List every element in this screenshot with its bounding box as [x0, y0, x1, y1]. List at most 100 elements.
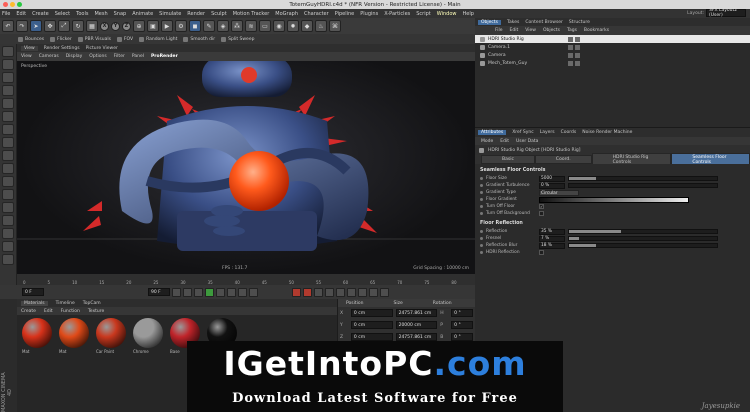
cube-icon[interactable]: ◼ — [189, 20, 201, 32]
menu-mesh[interactable]: Mesh — [94, 11, 107, 17]
attribute-menu-user-data[interactable]: User Data — [516, 139, 538, 144]
gradient-turbulence-slider[interactable] — [568, 183, 718, 188]
subtab-coord[interactable]: Coord. — [534, 155, 592, 164]
make-editable-icon[interactable] — [2, 46, 14, 57]
animation-dot-icon[interactable] — [480, 191, 483, 194]
hdri-reflection-checkbox[interactable] — [539, 250, 544, 255]
turn-off-floor-checkbox[interactable]: ✓ — [539, 204, 544, 209]
rotation-key-icon[interactable] — [347, 287, 356, 297]
material-menu-create[interactable]: Create — [21, 309, 36, 314]
y-axis-toggle[interactable]: Y — [111, 21, 120, 31]
material-menu-function[interactable]: Function — [61, 309, 80, 314]
enable-check-icon[interactable] — [575, 60, 580, 66]
size-y-field[interactable]: 20000 cm — [395, 321, 438, 329]
keyframe-selection-icon[interactable] — [314, 287, 323, 297]
rotation-p-field[interactable]: 0 ° — [451, 321, 473, 329]
attribute-menu-mode[interactable]: Mode — [481, 139, 493, 144]
material-swatch[interactable]: Car Paint — [94, 318, 128, 354]
object-menu-view[interactable]: View — [525, 28, 536, 33]
viewport-solo-icon[interactable] — [2, 215, 14, 226]
object-row-camera[interactable]: Camera — [475, 51, 750, 59]
material-menu-edit[interactable]: Edit — [44, 309, 53, 314]
fresnel-slider[interactable] — [568, 236, 718, 241]
z-axis-toggle[interactable]: Z — [122, 21, 131, 31]
snap-icon[interactable] — [2, 163, 14, 174]
layout-dropdown[interactable]: SFX Layout2 (User) — [706, 8, 746, 18]
rotation-h-field[interactable]: 0 ° — [451, 309, 473, 317]
render-settings-icon[interactable]: ⚙ — [175, 20, 187, 32]
menu-create[interactable]: Create — [32, 11, 49, 17]
viewport-menu-view[interactable]: View — [21, 54, 32, 59]
animation-dot-icon[interactable] — [480, 198, 483, 201]
menu-tools[interactable]: Tools — [76, 11, 88, 17]
animation-dot-icon[interactable] — [480, 184, 483, 187]
object-row-camera-1[interactable]: Camera.1 — [475, 43, 750, 51]
enable-check-icon[interactable] — [575, 44, 580, 50]
fresnel-field[interactable]: 7 % — [539, 235, 565, 242]
record-keys-icon[interactable] — [292, 287, 301, 297]
tab-coords[interactable]: Coords — [561, 130, 577, 135]
tab-content-browser[interactable]: Content Browser — [525, 20, 563, 25]
menu-pipeline[interactable]: Pipeline — [335, 11, 355, 17]
object-menu-objects[interactable]: Objects — [543, 28, 560, 33]
live-select-icon[interactable]: ➤ — [30, 20, 42, 32]
parameter-key-icon[interactable] — [358, 287, 367, 297]
rotation-b-field[interactable]: 0 ° — [451, 333, 473, 341]
move-icon[interactable]: ✥ — [44, 20, 56, 32]
size-z-field[interactable]: 24757.861 cm — [395, 333, 438, 341]
position-y-field[interactable]: 0 cm — [350, 321, 393, 329]
go-to-end-icon[interactable] — [238, 287, 247, 297]
viewport-menu-filter[interactable]: Filter — [114, 54, 125, 59]
subtab-basic[interactable]: Basic — [481, 155, 535, 164]
object-menu-tags[interactable]: Tags — [567, 28, 577, 33]
next-frame-icon[interactable] — [216, 287, 225, 297]
tab-render-settings[interactable]: Render Settings — [44, 46, 80, 51]
deformer-icon[interactable]: ≋ — [245, 20, 257, 32]
go-to-start-icon[interactable] — [172, 287, 181, 297]
model-mode-icon[interactable] — [2, 85, 14, 96]
minimize-window-button[interactable] — [10, 2, 15, 7]
menu-simulate[interactable]: Simulate — [159, 11, 181, 17]
render-picture-viewer-icon[interactable]: ▶ — [161, 20, 173, 32]
object-menu-bookmarks[interactable]: Bookmarks — [584, 28, 609, 33]
menu-character[interactable]: Character — [304, 11, 329, 17]
timeline-menu-icon[interactable] — [380, 287, 389, 297]
tab-objects[interactable]: Objects — [478, 19, 502, 25]
animation-dot-icon[interactable] — [480, 205, 483, 208]
workplane-icon[interactable] — [2, 72, 14, 83]
viewport-menu-panel[interactable]: Panel — [132, 54, 144, 59]
viewport-menu-prorender[interactable]: ProRender — [151, 54, 178, 59]
axis-mode-icon[interactable] — [2, 137, 14, 148]
array-icon[interactable]: ⁂ — [231, 20, 243, 32]
size-x-field[interactable]: 24757.861 cm — [395, 309, 438, 317]
floor-size-field[interactable]: 5000 — [539, 175, 565, 182]
menu-snap[interactable]: Snap — [114, 11, 127, 17]
render-view-icon[interactable]: ▣ — [147, 20, 159, 32]
solo-mode-icon[interactable] — [2, 202, 14, 213]
object-row-hdri-studio-rig[interactable]: HDRI Studio Rig — [475, 35, 750, 43]
loop-icon[interactable] — [249, 287, 258, 297]
scale-key-icon[interactable] — [336, 287, 345, 297]
script-icon[interactable]: ◆ — [301, 20, 313, 32]
tab-view[interactable]: View — [21, 45, 38, 51]
gradient-turbulence-field[interactable]: 0 % — [539, 182, 565, 189]
reflection-blur-slider[interactable] — [568, 243, 718, 248]
visibility-dot-icon[interactable] — [568, 36, 573, 42]
preset-random-light[interactable]: Random Light — [139, 36, 177, 42]
previous-key-icon[interactable] — [183, 287, 192, 297]
gradient-type-dropdown[interactable]: Circular — [539, 189, 579, 196]
menu-render[interactable]: Render — [187, 11, 205, 17]
tab-xref-sync[interactable]: Xref Sync — [512, 130, 533, 135]
reflection-blur-field[interactable]: 18 % — [539, 242, 565, 249]
object-menu-file[interactable]: File — [495, 28, 503, 33]
menu-plugins[interactable]: Plugins — [360, 11, 378, 17]
texture-mode-icon[interactable] — [2, 59, 14, 70]
preset-flicker[interactable]: Flicker — [50, 36, 72, 42]
next-key-icon[interactable] — [227, 287, 236, 297]
recent-tools-icon[interactable]: ▦ — [86, 20, 98, 32]
reflection-slider[interactable] — [568, 229, 718, 234]
animation-dot-icon[interactable] — [480, 177, 483, 180]
enable-check-icon[interactable] — [575, 52, 580, 58]
floor-icon[interactable]: ▭ — [259, 20, 271, 32]
attribute-menu-edit[interactable]: Edit — [500, 139, 509, 144]
